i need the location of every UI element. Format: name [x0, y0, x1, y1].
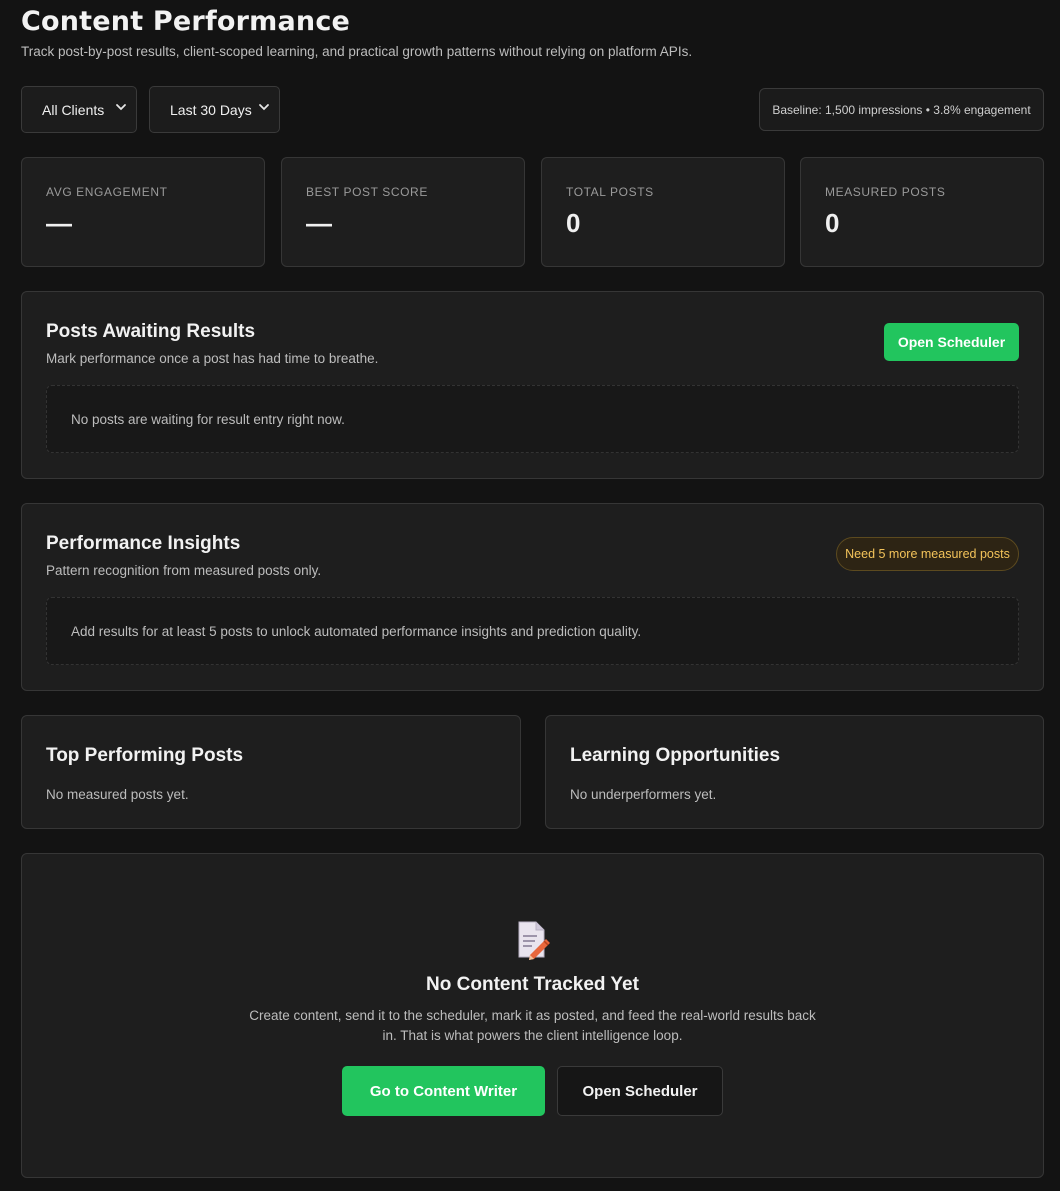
- stat-value: —: [46, 208, 72, 238]
- client-filter-value: All Clients: [42, 101, 105, 118]
- baseline-badge: Baseline: 1,500 impressions • 3.8% engag…: [759, 88, 1044, 131]
- card-title: Learning Opportunities: [570, 745, 781, 766]
- card-title: Performance Insights: [46, 533, 241, 554]
- card-empty-text: No measured posts yet.: [46, 787, 189, 802]
- card-title: Posts Awaiting Results: [46, 321, 256, 342]
- memo-pencil-icon: [518, 921, 550, 960]
- open-scheduler-button[interactable]: Open Scheduler: [884, 323, 1019, 361]
- empty-state-title: No Content Tracked Yet: [426, 974, 639, 995]
- page-subtitle: Track post-by-post results, client-scope…: [21, 44, 693, 59]
- stat-card-total-posts: TOTAL POSTS 0: [541, 157, 785, 267]
- top-performing-posts-card: Top Performing Posts No measured posts y…: [21, 715, 521, 829]
- stat-label: TOTAL POSTS: [566, 185, 654, 199]
- stat-label: MEASURED POSTS: [825, 185, 946, 199]
- stat-card-measured-posts: MEASURED POSTS 0: [800, 157, 1044, 267]
- date-range-value: Last 30 Days: [170, 101, 252, 118]
- chevron-down-icon: [116, 104, 126, 111]
- stat-value: 0: [566, 208, 581, 238]
- open-scheduler-secondary-button[interactable]: Open Scheduler: [557, 1066, 723, 1116]
- chevron-down-icon: [259, 104, 269, 111]
- card-description: Pattern recognition from measured posts …: [46, 563, 322, 578]
- learning-opportunities-card: Learning Opportunities No underperformer…: [545, 715, 1044, 829]
- card-title: Top Performing Posts: [46, 745, 244, 766]
- stat-value: —: [306, 208, 332, 238]
- insights-empty-message: Add results for at least 5 posts to unlo…: [46, 597, 1019, 665]
- stat-card-avg-engagement: AVG ENGAGEMENT —: [21, 157, 265, 267]
- stat-label: AVG ENGAGEMENT: [46, 185, 168, 199]
- posts-awaiting-results-card: Posts Awaiting Results Mark performance …: [21, 291, 1044, 479]
- client-filter-select[interactable]: All Clients: [21, 86, 137, 133]
- card-empty-text: No underperformers yet.: [570, 787, 717, 802]
- awaiting-empty-message: No posts are waiting for result entry ri…: [46, 385, 1019, 453]
- performance-insights-card: Performance Insights Pattern recognition…: [21, 503, 1044, 691]
- date-range-select[interactable]: Last 30 Days: [149, 86, 280, 133]
- stat-value: 0: [825, 208, 840, 238]
- page-title: Content Performance: [21, 6, 351, 37]
- status-badge: Need 5 more measured posts: [836, 537, 1019, 571]
- stat-label: BEST POST SCORE: [306, 185, 428, 199]
- card-description: Mark performance once a post has had tim…: [46, 351, 379, 366]
- empty-state-description: Create content, send it to the scheduler…: [249, 1008, 816, 1043]
- go-to-content-writer-button[interactable]: Go to Content Writer: [342, 1066, 545, 1116]
- stat-card-best-post-score: BEST POST SCORE —: [281, 157, 525, 267]
